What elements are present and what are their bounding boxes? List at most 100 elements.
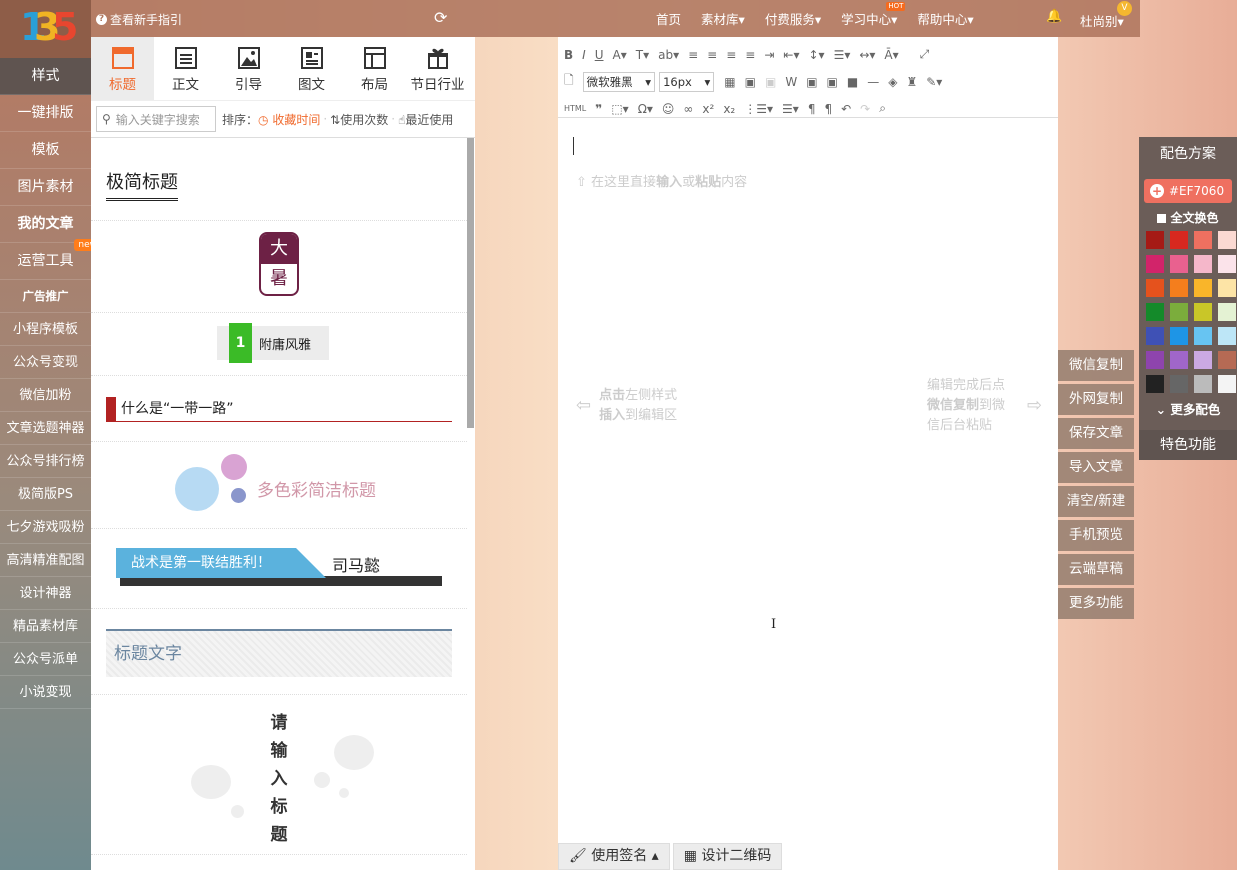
material-card[interactable]: 标题文字 — [91, 609, 467, 695]
sidebar-item-qixi-game[interactable]: 七夕游戏吸粉 — [0, 511, 91, 544]
external-copy-button[interactable]: 外网复制 — [1058, 384, 1134, 415]
clear-format-icon[interactable]: ♜ — [906, 75, 917, 89]
sidebar-item-monetize[interactable]: 公众号变现 — [0, 346, 91, 379]
search-replace-icon[interactable]: ⌕ — [879, 101, 886, 116]
font-style-icon[interactable]: T▾ — [636, 48, 649, 62]
color-swatch[interactable] — [1218, 351, 1236, 369]
color-swatch[interactable] — [1218, 255, 1236, 273]
color-swatch[interactable] — [1146, 255, 1164, 273]
tab-layout[interactable]: 布局 — [343, 37, 406, 100]
sidebar-item-dispatch[interactable]: 公众号派单 — [0, 643, 91, 676]
editor-placeholder[interactable]: ⇧ 在这里直接输入或粘贴内容 — [576, 171, 747, 190]
line-height-icon[interactable]: ↕▾ — [808, 48, 824, 62]
new-user-guide-link[interactable]: ? 查看新手指引 — [96, 11, 182, 28]
undo-icon[interactable]: ↶ — [841, 102, 851, 116]
sidebar-item-ranking[interactable]: 公众号排行榜 — [0, 445, 91, 478]
sidebar-item-auto-layout[interactable]: 一键排版 — [0, 95, 91, 132]
apply-all-checkbox[interactable]: 全文换色 — [1139, 209, 1237, 226]
qrcode-button[interactable]: ▦ 设计二维码 — [672, 843, 783, 870]
color-swatch[interactable] — [1218, 279, 1236, 297]
magic-wand-icon[interactable]: ✎▾ — [926, 75, 942, 89]
import-article-button[interactable]: 导入文章 — [1058, 452, 1134, 483]
search-input[interactable]: ⚲ 输入关键字搜索 — [96, 106, 216, 132]
save-article-button[interactable]: 保存文章 — [1058, 418, 1134, 449]
cloud-draft-button[interactable]: 云端草稿 — [1058, 554, 1134, 585]
tab-image-text[interactable]: 图文 — [280, 37, 343, 100]
clear-new-button[interactable]: 清空/新建 — [1058, 486, 1134, 517]
new-doc-icon[interactable]: 🗋 — [564, 71, 574, 92]
nav-help-center[interactable]: 帮助中心▾ — [917, 9, 973, 28]
outdent-icon[interactable]: ⇤▾ — [783, 48, 799, 62]
quote-icon[interactable]: ❞ — [595, 102, 602, 116]
sidebar-item-my-articles[interactable]: 我的文章 — [0, 206, 91, 243]
material-card[interactable]: 什么是“一带一路” — [91, 376, 467, 442]
sidebar-item-ops-tools[interactable]: 运营工具 new — [0, 239, 101, 280]
emoji-icon[interactable]: ☺ — [662, 102, 675, 116]
wechat-copy-button[interactable]: 微信复制 — [1058, 350, 1134, 381]
more-functions-button[interactable]: 更多功能 — [1058, 588, 1134, 619]
nav-materials[interactable]: 素材库▾ — [701, 9, 745, 28]
fullscreen-icon[interactable]: ⤢ — [920, 47, 930, 62]
redo-icon[interactable]: ↷ — [860, 102, 870, 116]
material-card[interactable]: 请输入标题 — [91, 695, 467, 855]
color-swatch[interactable] — [1218, 375, 1236, 393]
color-swatch[interactable] — [1170, 351, 1188, 369]
sidebar-item-templates[interactable]: 模板 — [0, 132, 91, 169]
sidebar-item-ps[interactable]: 极简版PS — [0, 478, 91, 511]
color-swatch[interactable] — [1218, 303, 1236, 321]
refresh-icon[interactable]: ⟳ — [434, 8, 447, 27]
color-swatch[interactable] — [1194, 255, 1212, 273]
logo[interactable]: 1 3 5 — [0, 0, 91, 58]
italic-icon[interactable]: I — [582, 48, 586, 62]
ltr-icon[interactable]: ¶ — [808, 102, 816, 116]
color-swatch[interactable] — [1218, 327, 1236, 345]
sort-recent[interactable]: ☝最近使用 — [398, 111, 453, 128]
sort-favorite-time[interactable]: ◷ 收藏时间 — [258, 111, 320, 128]
insert-block-icon[interactable]: ⬚▾ — [611, 102, 628, 116]
tab-festival[interactable]: 节日行业 — [406, 37, 469, 100]
tab-body-text[interactable]: 正文 — [154, 37, 217, 100]
bold-icon[interactable]: B — [564, 48, 573, 62]
subscript-icon[interactable]: x₂ — [723, 102, 735, 116]
indent-icon[interactable]: ⇥ — [764, 48, 774, 62]
color-swatch[interactable] — [1194, 327, 1212, 345]
horizontal-rule-icon[interactable]: — — [867, 75, 879, 89]
bell-icon[interactable]: 🔔 — [1046, 9, 1062, 24]
color-swatch[interactable] — [1170, 303, 1188, 321]
color-swatch[interactable] — [1146, 279, 1164, 297]
format-painter-icon[interactable]: ▣ — [765, 75, 776, 89]
letter-spacing-icon[interactable]: ↔▾ — [859, 48, 875, 62]
color-swatch[interactable] — [1170, 231, 1188, 249]
color-swatch[interactable] — [1170, 255, 1188, 273]
sort-use-count[interactable]: ⇅使用次数 — [330, 111, 388, 128]
unordered-list-icon[interactable]: ☰▾ — [782, 102, 799, 116]
superscript-icon[interactable]: x² — [702, 102, 714, 116]
sidebar-item-hd-images[interactable]: 高清精准配图 — [0, 544, 91, 577]
html-icon[interactable]: HTML — [564, 104, 586, 113]
eraser-icon[interactable]: ◈ — [888, 75, 897, 89]
single-image-icon[interactable]: ▣ — [806, 75, 817, 89]
color-swatch[interactable] — [1218, 231, 1236, 249]
font-color-icon[interactable]: A▾ — [613, 48, 627, 62]
sidebar-item-miniprogram[interactable]: 小程序模板 — [0, 313, 91, 346]
align-justify-icon[interactable]: ≡ — [745, 48, 755, 62]
color-swatch[interactable] — [1170, 327, 1188, 345]
paragraph-spacing-icon[interactable]: ☰▾ — [834, 48, 851, 62]
scrollbar[interactable] — [467, 138, 474, 428]
mobile-preview-button[interactable]: 手机预览 — [1058, 520, 1134, 551]
color-swatch[interactable] — [1194, 279, 1212, 297]
color-swatch[interactable] — [1170, 279, 1188, 297]
color-swatch[interactable] — [1146, 231, 1164, 249]
special-char-icon[interactable]: Ω▾ — [638, 102, 653, 116]
sidebar-item-styles[interactable]: 样式 — [0, 58, 91, 95]
font-family-select[interactable]: 微软雅黑 ▾ — [582, 71, 656, 92]
multi-image-icon[interactable]: ▣ — [827, 75, 838, 89]
sidebar-item-topic-tool[interactable]: 文章选题神器 — [0, 412, 91, 445]
rtl-icon[interactable]: ¶ — [824, 102, 832, 116]
tab-guide[interactable]: 引导 — [217, 37, 280, 100]
sidebar-item-novel[interactable]: 小说变现 — [0, 676, 91, 709]
user-menu[interactable]: 杜尚别▾ — [1080, 11, 1124, 30]
link-icon[interactable]: ∞ — [683, 102, 693, 116]
material-card[interactable]: 极简标题 — [91, 138, 467, 221]
nav-home[interactable]: 首页 — [656, 9, 681, 28]
